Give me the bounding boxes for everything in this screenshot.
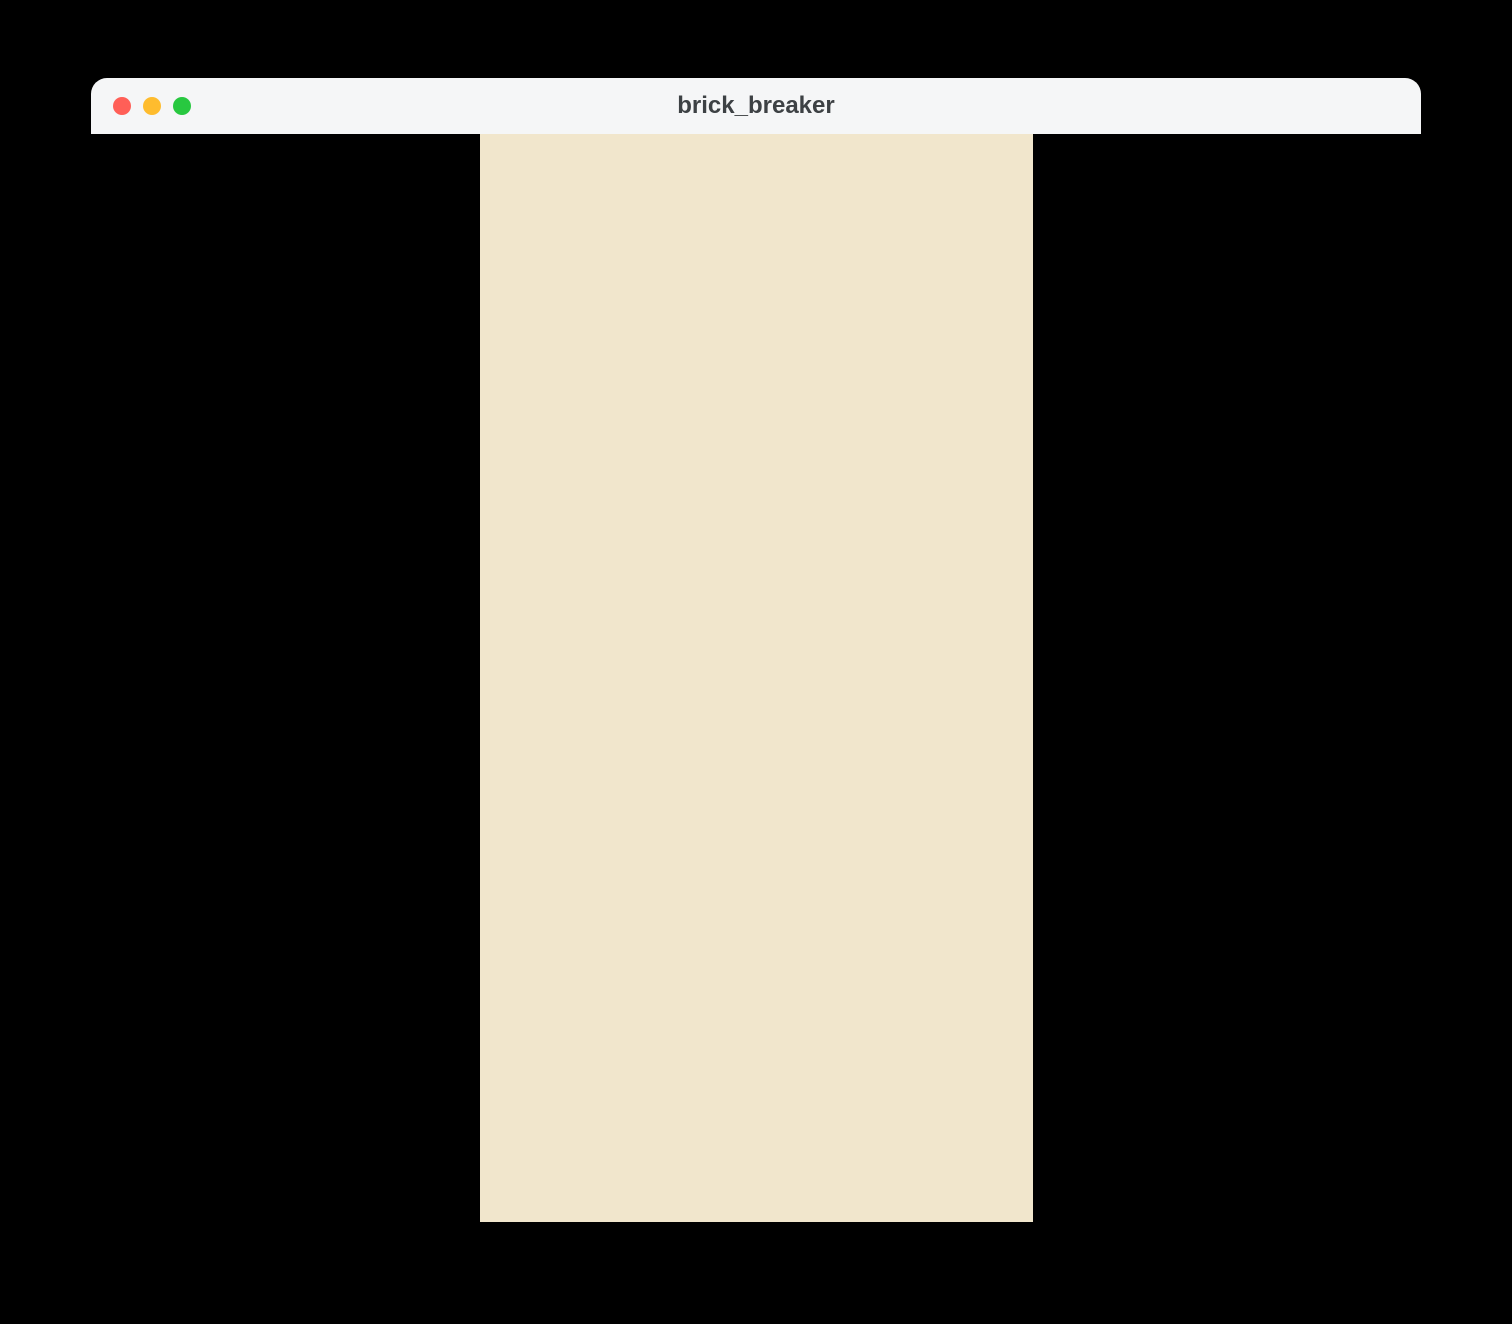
- zoom-icon[interactable]: [173, 97, 191, 115]
- game-canvas[interactable]: [480, 134, 1033, 1222]
- window-title: brick_breaker: [91, 92, 1421, 120]
- close-icon[interactable]: [113, 97, 131, 115]
- app-window: brick_breaker: [91, 78, 1421, 1222]
- minimize-icon[interactable]: [143, 97, 161, 115]
- window-titlebar[interactable]: brick_breaker: [91, 78, 1421, 134]
- window-content: [91, 134, 1421, 1222]
- traffic-lights: [91, 97, 191, 115]
